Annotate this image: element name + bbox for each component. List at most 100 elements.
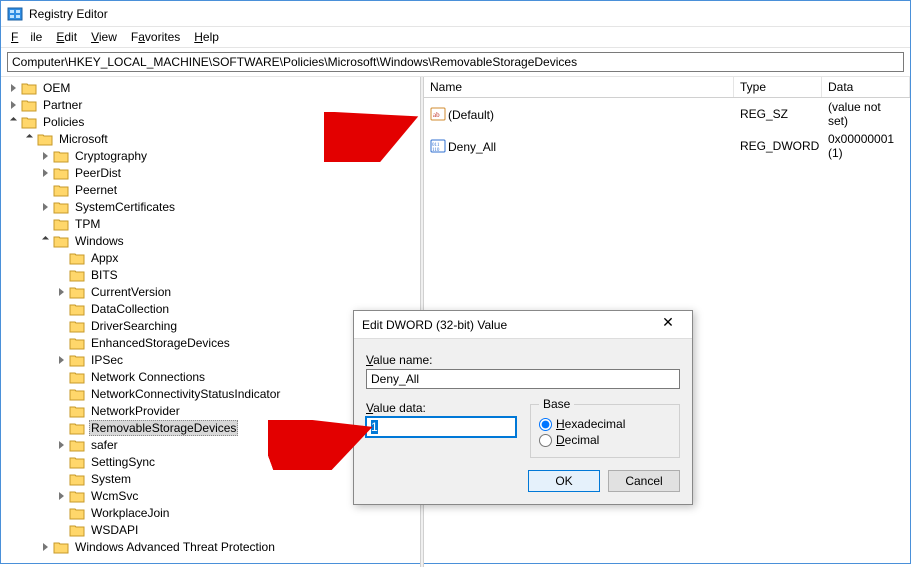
expander-open-icon[interactable]	[39, 235, 51, 247]
menu-view[interactable]: ViewView	[85, 28, 123, 46]
tree-item-label: DriverSearching	[89, 319, 179, 333]
ok-button[interactable]: OK	[528, 470, 600, 492]
menu-edit[interactable]: EditEdit	[50, 28, 83, 46]
regedit-icon	[7, 6, 23, 22]
value-row[interactable]: 011110Deny_AllREG_DWORD0x00000001 (1)	[424, 130, 910, 162]
folder-icon	[69, 285, 85, 299]
folder-icon	[53, 540, 69, 554]
tree-item-label: OEM	[41, 81, 72, 95]
folder-icon	[69, 387, 85, 401]
tree-item-label: RemovableStorageDevices	[89, 420, 238, 436]
tree-item[interactable]: Cryptography	[39, 147, 420, 164]
address-input[interactable]: Computer\HKEY_LOCAL_MACHINE\SOFTWARE\Pol…	[7, 52, 904, 72]
value-data-input[interactable]	[366, 417, 516, 437]
tree-item[interactable]: Peernet	[39, 181, 420, 198]
tree-item-label: DataCollection	[89, 302, 171, 316]
tree-item-label: SystemCertificates	[73, 200, 177, 214]
cancel-button[interactable]: Cancel	[608, 470, 680, 492]
value-row[interactable]: ab(Default)REG_SZ(value not set)	[424, 98, 910, 130]
tree-item-label: Network Connections	[89, 370, 207, 384]
value-type: REG_DWORD	[734, 138, 822, 154]
tree-item-label: safer	[89, 438, 120, 452]
value-type: REG_SZ	[734, 106, 822, 122]
radio-hex[interactable]: HexadecimalHexadecimal	[539, 417, 671, 431]
tree-item-label: WcmSvc	[89, 489, 140, 503]
tree-item-label: Peernet	[73, 183, 119, 197]
tree-item-label: NetworkProvider	[89, 404, 182, 418]
expander-open-icon[interactable]	[7, 116, 19, 128]
tree-item[interactable]: Microsoft	[23, 130, 420, 147]
folder-icon	[21, 115, 37, 129]
value-name-input[interactable]	[366, 369, 680, 389]
folder-icon	[53, 234, 69, 248]
radio-hex-input[interactable]	[539, 418, 552, 431]
tree-item-label: BITS	[89, 268, 120, 282]
tree-item-label: NetworkConnectivityStatusIndicator	[89, 387, 282, 401]
radio-dec[interactable]: DecimalDecimal	[539, 433, 671, 447]
folder-icon	[53, 200, 69, 214]
tree-item-label: Microsoft	[57, 132, 110, 146]
dialog-title: Edit DWORD (32-bit) Value	[362, 318, 507, 332]
folder-icon	[69, 455, 85, 469]
expander-closed-icon[interactable]	[7, 82, 19, 94]
tree-item-label: PeerDist	[73, 166, 123, 180]
folder-icon	[69, 506, 85, 520]
base-group: Base HexadecimalHexadecimal DecimalDecim…	[530, 397, 680, 458]
folder-icon	[69, 251, 85, 265]
tree-item-label: Policies	[41, 115, 86, 129]
folder-icon	[53, 149, 69, 163]
expander-closed-icon[interactable]	[55, 286, 67, 298]
tree-item[interactable]: BITS	[55, 266, 420, 283]
tree-item[interactable]: Windows	[39, 232, 420, 249]
expander-closed-icon[interactable]	[55, 354, 67, 366]
menu-file[interactable]: FFileile	[5, 28, 48, 46]
dialog-titlebar[interactable]: Edit DWORD (32-bit) Value ✕	[354, 311, 692, 339]
radio-dec-input[interactable]	[539, 434, 552, 447]
tree-item-label: IPSec	[89, 353, 125, 367]
col-data[interactable]: Data	[822, 77, 910, 97]
value-name: Deny_All	[448, 140, 496, 154]
tree-item[interactable]: Appx	[55, 249, 420, 266]
col-name[interactable]: Name	[424, 77, 734, 97]
expander-closed-icon[interactable]	[39, 201, 51, 213]
dialog-close-button[interactable]: ✕	[652, 314, 684, 336]
titlebar[interactable]: Registry Editor	[1, 1, 910, 27]
tree-item[interactable]: TPM	[39, 215, 420, 232]
expander-closed-icon[interactable]	[39, 167, 51, 179]
col-type[interactable]: Type	[734, 77, 822, 97]
tree-item-label: CurrentVersion	[89, 285, 173, 299]
svg-text:110: 110	[432, 148, 440, 153]
expander-closed-icon[interactable]	[39, 541, 51, 553]
folder-icon	[69, 319, 85, 333]
folder-icon	[21, 98, 37, 112]
menu-favorites[interactable]: FavoritesFavorites	[125, 28, 186, 46]
tree-item[interactable]: WorkplaceJoin	[55, 504, 420, 521]
svg-text:ab: ab	[433, 111, 440, 119]
tree-item[interactable]: Policies	[7, 113, 420, 130]
tree-item[interactable]: CurrentVersion	[55, 283, 420, 300]
value-data: (value not set)	[822, 99, 910, 129]
base-label: Base	[539, 397, 574, 411]
expander-open-icon[interactable]	[23, 133, 35, 145]
tree-item-label: Cryptography	[73, 149, 149, 163]
tree-item[interactable]: Partner	[7, 96, 420, 113]
menu-help[interactable]: HelpHelp	[188, 28, 225, 46]
tree-item[interactable]: WSDAPI	[55, 521, 420, 538]
expander-closed-icon[interactable]	[7, 99, 19, 111]
tree-item[interactable]: PeerDist	[39, 164, 420, 181]
expander-closed-icon[interactable]	[55, 439, 67, 451]
menubar: FFileile EditEdit ViewView FavoritesFavo…	[1, 27, 910, 47]
list-header: Name Type Data	[424, 77, 910, 98]
address-bar: Computer\HKEY_LOCAL_MACHINE\SOFTWARE\Pol…	[1, 47, 910, 77]
folder-icon	[69, 353, 85, 367]
expander-closed-icon[interactable]	[55, 490, 67, 502]
folder-icon	[21, 81, 37, 95]
folder-icon	[69, 489, 85, 503]
expander-closed-icon[interactable]	[39, 150, 51, 162]
tree-item[interactable]: Windows Advanced Threat Protection	[39, 538, 420, 555]
tree-item[interactable]: OEM	[7, 79, 420, 96]
tree-item[interactable]: SystemCertificates	[39, 198, 420, 215]
edit-dword-dialog: Edit DWORD (32-bit) Value ✕ Value Value …	[353, 310, 693, 505]
tree-item-label: Partner	[41, 98, 84, 112]
folder-icon	[69, 421, 85, 435]
